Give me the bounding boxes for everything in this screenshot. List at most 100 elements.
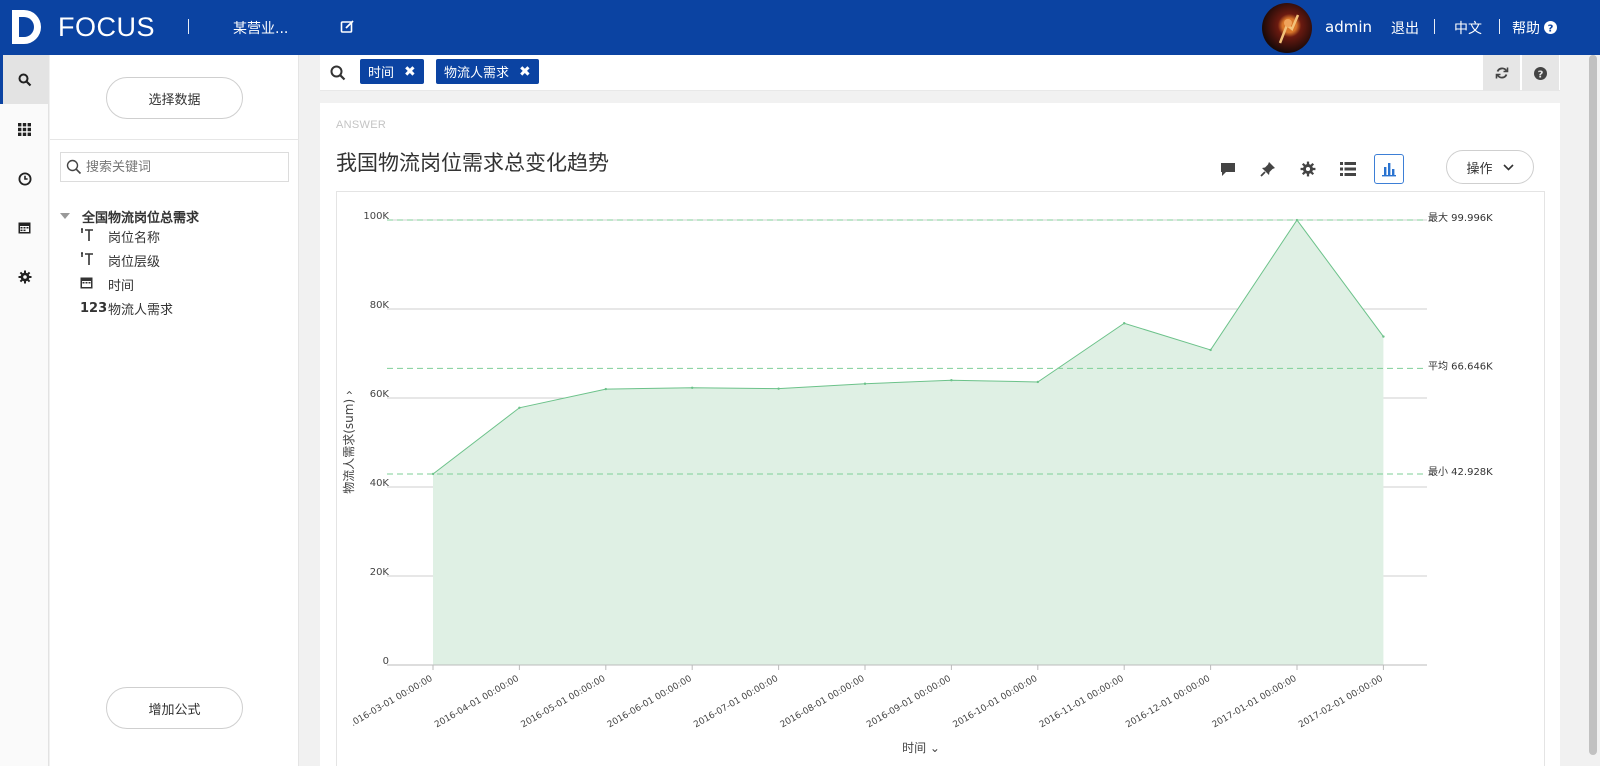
data-point <box>1123 322 1126 325</box>
divider <box>1434 19 1435 34</box>
number-type-icon: 123 <box>80 301 108 316</box>
rail-history[interactable] <box>0 154 49 203</box>
keyword-search-input[interactable] <box>86 159 281 175</box>
user-name[interactable]: admin <box>1325 18 1372 36</box>
field-item[interactable]: 岗位名称 <box>80 227 160 246</box>
search-icon <box>66 159 82 175</box>
rail-dashboard[interactable] <box>0 105 49 154</box>
field-item[interactable]: 123 物流人需求 <box>80 299 173 318</box>
avatar[interactable] <box>1262 3 1312 53</box>
remove-chip-icon[interactable]: ✖ <box>404 64 416 80</box>
reference-label: 最大 99.996K <box>1428 211 1493 224</box>
data-point <box>950 379 953 382</box>
field-label: 岗位层级 <box>108 255 161 270</box>
data-point <box>691 386 694 389</box>
x-tick-label: 2016-10-01 00:00:00 <box>952 674 1040 731</box>
rail-settings[interactable] <box>0 252 49 301</box>
search-chip[interactable]: 物流人需求 ✖ <box>436 59 539 84</box>
field-item[interactable]: 时间 <box>80 275 134 294</box>
data-point <box>863 382 867 385</box>
list-icon <box>1340 162 1356 176</box>
field-label: 岗位名称 <box>108 231 161 246</box>
pin-icon <box>1260 162 1275 177</box>
chevron-down-icon <box>1502 163 1514 171</box>
chip-label: 物流人需求 <box>444 66 510 81</box>
divider <box>1499 19 1500 34</box>
data-point <box>1382 335 1385 338</box>
rail-calendar[interactable] <box>0 203 49 252</box>
logo-mark-icon <box>12 10 41 44</box>
help-button[interactable]: ? <box>1522 55 1559 91</box>
x-tick-label: 2016-08-01 00:00:00 <box>779 674 867 731</box>
logout-link[interactable]: 退出 <box>1391 18 1419 38</box>
history-icon <box>18 172 31 185</box>
reference-label: 最小 42.928K <box>1428 466 1493 478</box>
help-link[interactable]: 帮助 <box>1512 18 1540 38</box>
x-tick-label: 2016-06-01 00:00:00 <box>606 674 694 731</box>
chip-label: 时间 <box>368 66 395 81</box>
rail-search[interactable] <box>0 55 49 104</box>
divider <box>50 139 299 140</box>
pin-button[interactable] <box>1253 154 1283 184</box>
settings-button[interactable] <box>1293 154 1323 184</box>
table-view-button[interactable] <box>1333 154 1363 184</box>
nav-rail <box>0 55 49 766</box>
gear-icon <box>1300 161 1316 177</box>
x-tick-label: 2016-11-01 00:00:00 <box>1038 674 1126 731</box>
search-bar[interactable]: 时间 ✖ 物流人需求 ✖ ? <box>320 55 1560 91</box>
divider <box>188 19 189 34</box>
x-tick-label: 2017-02-01 00:00:00 <box>1297 674 1385 731</box>
select-data-button[interactable]: 选择数据 <box>106 77 243 119</box>
active-indicator <box>0 55 3 104</box>
comment-icon <box>1221 162 1235 176</box>
chart-view-button[interactable] <box>1374 154 1404 184</box>
project-name[interactable]: 某营业... <box>233 18 288 38</box>
dataset-node[interactable]: 全国物流岗位总需求 <box>60 207 199 226</box>
calendar-icon <box>80 276 108 293</box>
refresh-icon <box>1495 67 1508 79</box>
refresh-button[interactable] <box>1483 55 1520 91</box>
help-icon[interactable]: ? <box>1544 19 1557 38</box>
search-icon <box>330 65 346 85</box>
operate-label: 操作 <box>1466 161 1493 177</box>
focus-logo[interactable]: FOCUS <box>10 8 155 46</box>
chart-frame: 最大 99.996K 平均 66.646K 最小 42.928K 0 20K 40K 60… <box>336 191 1545 766</box>
edit-icon[interactable] <box>340 19 355 38</box>
y-axis-label: 物流人需求(sum) › <box>342 390 356 494</box>
x-tick-label: 2016-07-01 00:00:00 <box>692 674 780 731</box>
search-chip[interactable]: 时间 ✖ <box>360 59 424 84</box>
svg-text:?: ? <box>1538 69 1544 80</box>
dataset-name: 全国物流岗位总需求 <box>82 211 200 226</box>
data-panel: 选择数据 全国物流岗位总需求 岗位名称 岗位层级 时间 123 物流人需求 增加… <box>50 55 299 766</box>
answer-card: ANSWER 我国物流岗位需求总变化趋势 操作 最大 99.996K 平均 66.… <box>320 103 1560 766</box>
text-type-icon <box>80 251 108 270</box>
operate-dropdown[interactable]: 操作 <box>1446 150 1534 184</box>
answer-title: 我国物流岗位需求总变化趋势 <box>336 151 609 175</box>
keyword-search <box>60 152 289 182</box>
top-bar: FOCUS 某营业... admin 退出 中文 帮助 ? <box>0 0 1600 55</box>
calendar-icon <box>18 222 31 234</box>
scrollbar[interactable] <box>1585 55 1600 766</box>
data-point <box>518 406 521 409</box>
answer-label: ANSWER <box>336 119 387 131</box>
x-tick-label: .016-03-01 00:00:00 <box>349 674 435 729</box>
remove-chip-icon[interactable]: ✖ <box>519 64 531 80</box>
field-label: 时间 <box>108 279 135 294</box>
data-point <box>1209 348 1212 352</box>
text-type-icon <box>80 227 108 246</box>
x-axis-label: 时间 ⌄ <box>902 741 940 755</box>
area-chart: 最大 99.996K平均 66.646K最小 42.928K 020K40K60… <box>342 211 1493 755</box>
settings-icon <box>18 270 31 283</box>
add-formula-button[interactable]: 增加公式 <box>106 687 243 729</box>
x-tick-label: 2016-09-01 00:00:00 <box>865 674 953 731</box>
y-tick-label: 100K <box>363 211 389 222</box>
comment-button[interactable] <box>1213 154 1243 184</box>
y-tick-label: 80K <box>370 300 390 311</box>
x-tick-label: 2016-04-01 00:00:00 <box>433 674 521 731</box>
field-item[interactable]: 岗位层级 <box>80 251 160 270</box>
language-switch[interactable]: 中文 <box>1454 18 1482 38</box>
data-point <box>1036 380 1039 384</box>
scrollbar-thumb[interactable] <box>1589 55 1597 755</box>
x-tick-label: 2016-12-01 00:00:00 <box>1124 674 1212 731</box>
search-icon <box>18 73 31 86</box>
